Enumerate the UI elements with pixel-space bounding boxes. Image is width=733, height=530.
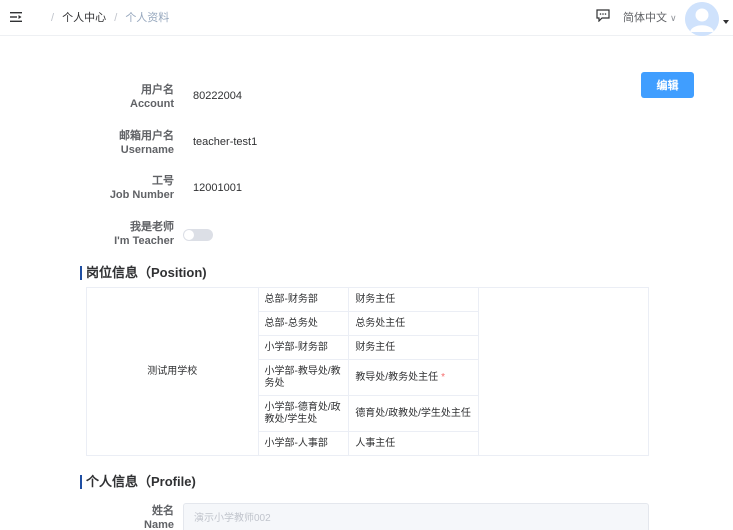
section-accent-bar [80, 475, 82, 489]
role-cell: 总务处主任 [348, 311, 480, 336]
job-number-label-cn: 工号 [152, 175, 174, 187]
username-value: teacher-test1 [193, 136, 258, 148]
chevron-down-icon: ∨ [670, 13, 677, 23]
teacher-toggle[interactable] [183, 229, 213, 241]
breadcrumb-separator: / [114, 12, 118, 24]
account-label-cn: 用户名 [141, 84, 174, 96]
role-cell: 教导处/教务处主任 * [348, 359, 480, 396]
toggle-knob [184, 230, 194, 240]
name-label-en: Name [144, 519, 174, 530]
username-label-cn: 邮箱用户名 [119, 130, 174, 142]
breadcrumb-separator: / [51, 12, 55, 24]
account-value: 80222004 [193, 90, 242, 102]
username-label-en: Username [120, 144, 174, 156]
account-label-en: Account [130, 98, 174, 110]
position-table: 测试用学校 总部-财务部 财务主任 总部-总务处 总务处主任 小学部-财务部 财… [86, 287, 649, 456]
job-number-label: 工号 Job Number [0, 174, 174, 202]
teacher-label-en: I'm Teacher [114, 235, 174, 247]
position-title-text: 岗位信息（Position) [86, 265, 207, 280]
table-row: 测试用学校 总部-财务部 财务主任 [86, 287, 649, 456]
message-icon[interactable] [596, 9, 610, 23]
edit-button[interactable]: 编辑 [641, 72, 694, 98]
role-cell: 人事主任 [348, 431, 480, 456]
teacher-label-cn: 我是老师 [130, 221, 174, 233]
language-select[interactable]: 简体中文 ∨ [623, 11, 677, 25]
name-input[interactable] [183, 503, 649, 530]
position-section-title: 岗位信息（Position) [80, 265, 207, 281]
account-label: 用户名 Account [0, 83, 174, 111]
name-label: 姓名 Name [0, 504, 174, 530]
job-number-label-en: Job Number [109, 189, 174, 201]
breadcrumb-item-personal-center[interactable]: 个人中心 [62, 12, 106, 24]
breadcrumb-item-profile: 个人资料 [125, 12, 170, 24]
caret-down-icon[interactable] [723, 20, 729, 24]
language-selected: 简体中文 [623, 12, 667, 24]
breadcrumb: / 个人中心 / 个人资料 [46, 11, 169, 25]
job-number-value: 12001001 [193, 182, 242, 194]
role-cell: 财务主任 [348, 335, 480, 360]
department-cell: 小学部-人事部 [257, 431, 350, 456]
top-navbar: / 个人中心 / 个人资料 简体中文 ∨ [0, 0, 733, 36]
section-accent-bar [80, 266, 82, 280]
name-label-cn: 姓名 [152, 505, 174, 517]
username-label: 邮箱用户名 Username [0, 129, 174, 157]
role-cell: 德育处/政教处/学生处主任 [348, 395, 480, 432]
department-cell: 总部-总务处 [257, 311, 350, 336]
menu-fold-icon[interactable] [10, 11, 22, 23]
user-avatar-icon[interactable] [685, 2, 719, 36]
required-asterisk: * [441, 371, 445, 383]
role-cell: 财务主任 [348, 287, 480, 312]
empty-cell [478, 287, 649, 456]
department-cell: 小学部-教导处/教务处 [257, 359, 350, 396]
profile-section-title: 个人信息（Profile) [80, 474, 196, 490]
teacher-label: 我是老师 I'm Teacher [0, 220, 174, 248]
department-cell: 小学部-德育处/政教处/学生处 [257, 395, 350, 432]
profile-title-text: 个人信息（Profile) [86, 474, 196, 489]
school-cell: 测试用学校 [86, 287, 259, 456]
department-cell: 小学部-财务部 [257, 335, 350, 360]
department-cell: 总部-财务部 [257, 287, 350, 312]
role-text: 教导处/教务处主任 [355, 371, 439, 383]
